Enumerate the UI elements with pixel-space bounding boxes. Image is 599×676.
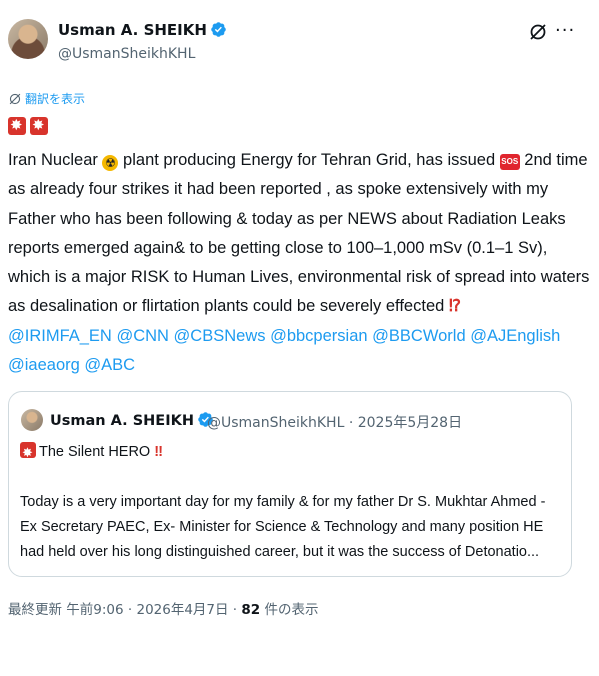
radioactive-icon: ☢ — [102, 155, 119, 171]
quoted-author-avatar — [21, 409, 43, 431]
author-name[interactable]: Usman A. SHEIKH — [58, 21, 207, 39]
tweet-text-part: Iran Nuclear — [8, 151, 103, 169]
quoted-handle-date: @UsmanSheikhKHL · 2025年5月28日 — [207, 415, 463, 431]
siren-icon — [8, 116, 26, 135]
quoted-tweet[interactable]: Usman A. SHEIKH @UsmanSheikhKHL · 2025年5… — [8, 391, 572, 577]
tweet-text-part: 2nd time as already four strikes it had … — [8, 151, 590, 316]
view-count: 82 — [241, 602, 261, 618]
updated-timestamp[interactable]: 最終更新 午前9:06 · 2026年4月7日 · — [8, 602, 241, 618]
siren-icon — [30, 116, 48, 135]
mention-link[interactable]: @bbcpersian — [270, 327, 367, 345]
mention-link[interactable]: @CNN — [116, 327, 169, 345]
author-handle[interactable]: @UsmanSheikhKHL — [58, 46, 195, 62]
quoted-title: The Silent HERO — [39, 444, 155, 460]
tweet-meta-footer: 最終更新 午前9:06 · 2026年4月7日 · 82 件の表示 — [8, 598, 318, 618]
tweet-text-part: plant producing Energy for Tehran Grid, … — [118, 151, 500, 169]
more-options-icon[interactable]: ··· — [555, 20, 575, 41]
quoted-tweet-text: The Silent HERO ‼ Today is a very import… — [20, 440, 560, 565]
views-label: 件の表示 — [260, 602, 319, 618]
exclamation-question-icon: ⁉ — [448, 297, 461, 316]
mention-link[interactable]: @IRIMFA_EN — [8, 327, 112, 345]
grok-icon[interactable] — [528, 22, 548, 42]
author-avatar[interactable] — [8, 19, 48, 59]
mention-link[interactable]: @CBSNews — [174, 327, 266, 345]
quoted-body: Today is a very important day for my fam… — [20, 494, 546, 560]
siren-emojis — [8, 116, 52, 139]
siren-icon — [20, 440, 36, 465]
mention-link[interactable]: @AJEnglish — [470, 327, 560, 345]
tweet-text: Iran Nuclear ☢ plant producing Energy fo… — [8, 146, 592, 380]
mention-link[interactable]: @BBCWorld — [372, 327, 465, 345]
double-exclamation-icon: ‼ — [154, 444, 164, 460]
author-name-row[interactable]: Usman A. SHEIKH — [58, 21, 227, 39]
sos-icon: SOS — [499, 154, 520, 170]
translate-link[interactable]: 翻訳を表示 — [8, 90, 85, 107]
translate-label[interactable]: 翻訳を表示 — [25, 92, 85, 106]
mention-link[interactable]: @iaeaorg — [8, 356, 80, 374]
mention-link[interactable]: @ABC — [84, 356, 135, 374]
verified-badge-icon — [211, 22, 226, 37]
translate-icon — [9, 93, 21, 105]
quoted-author-name-row: Usman A. SHEIKH — [50, 411, 214, 429]
quoted-author-name: Usman A. SHEIKH — [50, 413, 194, 429]
